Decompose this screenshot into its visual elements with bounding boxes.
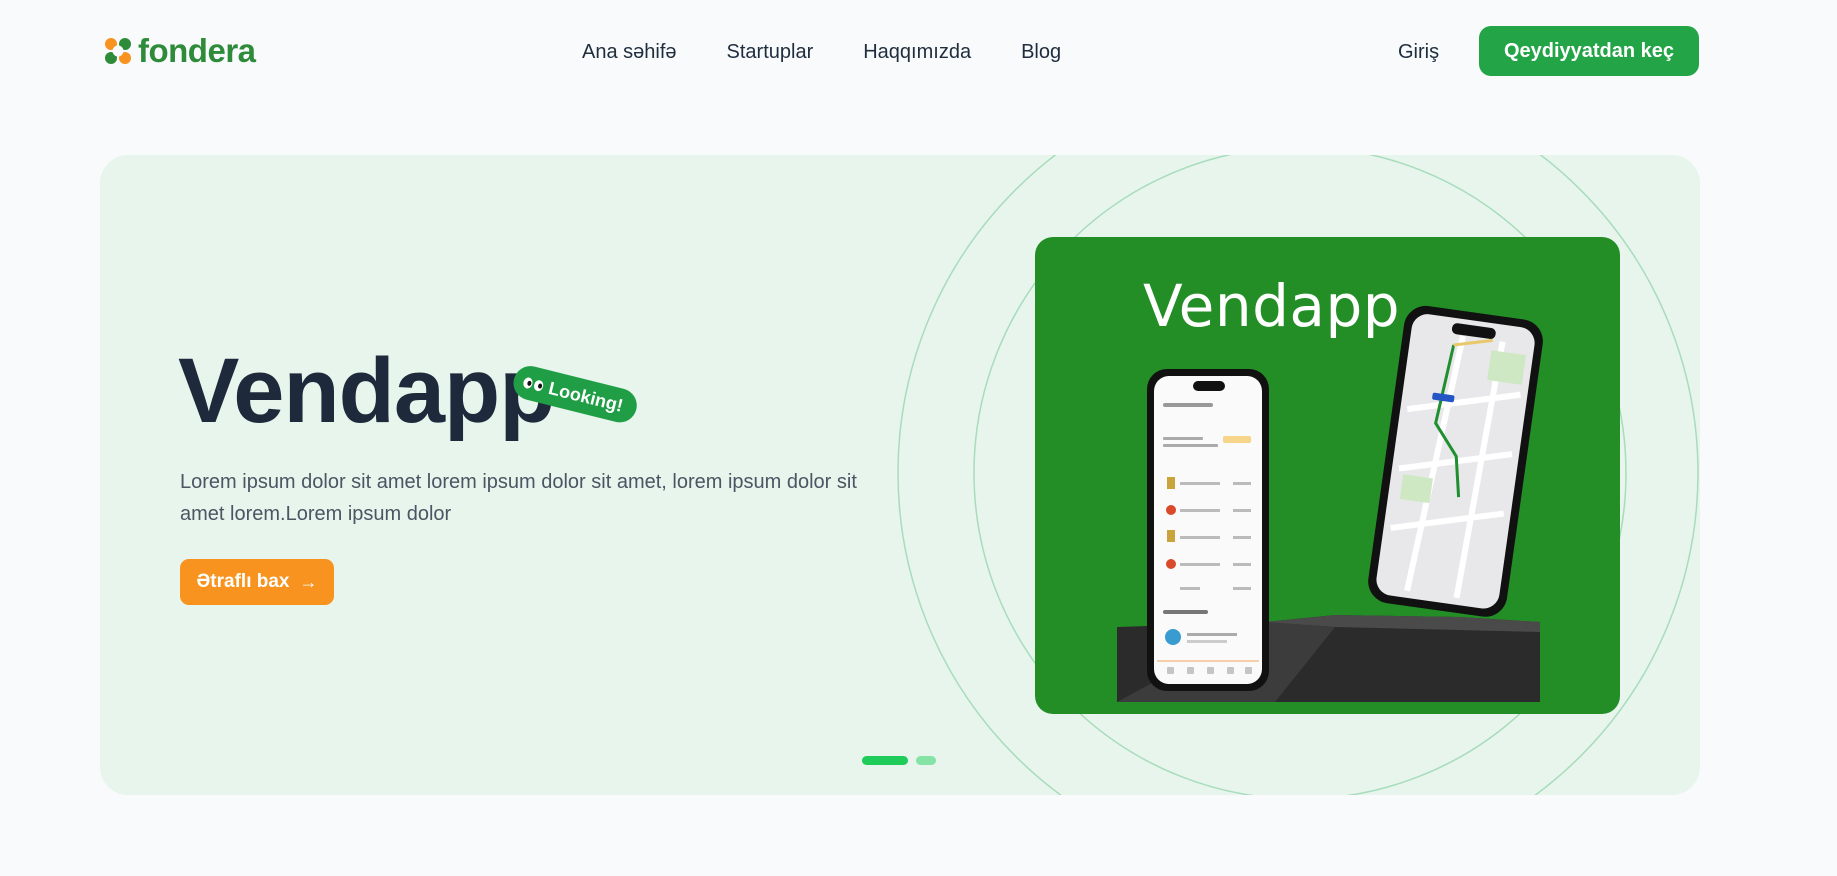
site-header: fondera Ana səhifə Startuplar Haqqımızda… — [0, 0, 1837, 104]
hero-description: Lorem ipsum dolor sit amet lorem ipsum d… — [180, 471, 857, 525]
logo-text: fondera — [138, 32, 256, 69]
product-image-card: Vendapp — [1035, 237, 1620, 714]
hero-title: Vendapp — [178, 340, 555, 442]
login-link[interactable]: Giriş — [1398, 38, 1439, 66]
arrow-right-icon: → — [299, 572, 318, 592]
nav-item-blog[interactable]: Blog — [1021, 38, 1061, 66]
nav-item-home[interactable]: Ana səhifə — [582, 38, 677, 66]
nav-item-startups[interactable]: Startuplar — [727, 38, 814, 66]
main-nav: Ana səhifə Startuplar Haqqımızda Blog — [582, 38, 1061, 66]
fondera-logo-icon — [105, 38, 131, 64]
details-button[interactable]: Ətraflı bax → — [180, 559, 334, 605]
signup-button[interactable]: Qeydiyyatdan keç — [1479, 26, 1699, 76]
card-title: Vendapp — [1143, 272, 1401, 340]
details-button-label: Ətraflı bax — [196, 571, 290, 592]
carousel-dot-2[interactable] — [916, 756, 936, 765]
hero-carousel: Vendapp Looking! Lorem ipsum dolor sit a… — [100, 155, 1700, 795]
logo[interactable]: fondera — [104, 34, 256, 68]
nav-item-about[interactable]: Haqqımızda — [863, 38, 971, 66]
carousel-pagination — [862, 756, 936, 765]
eyes-icon — [522, 376, 545, 392]
carousel-dot-1[interactable] — [862, 756, 908, 765]
badge-label: Looking! — [546, 377, 626, 416]
